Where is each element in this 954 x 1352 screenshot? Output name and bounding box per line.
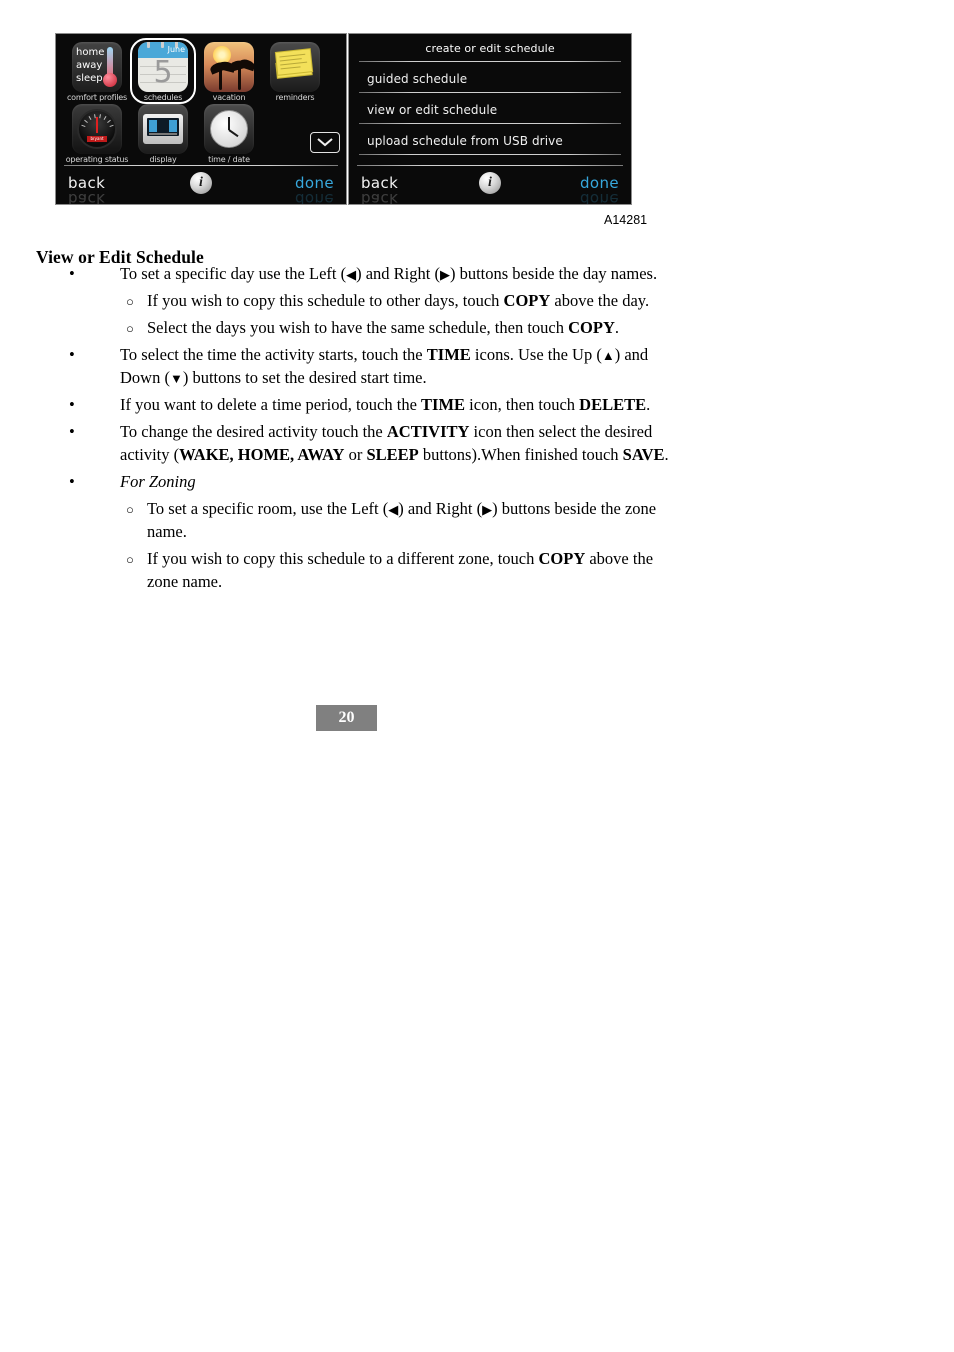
menu-item-label: vacation (212, 93, 246, 102)
menu-item-vacation[interactable]: vacation (196, 42, 262, 103)
thermometer-bulb (103, 73, 117, 87)
create-or-edit-schedule-screen: create or edit schedule guided schedule … (348, 33, 632, 205)
sub-list-item: ○ If you wish to copy this schedule to a … (36, 547, 676, 593)
sticky-notes-icon (270, 42, 320, 92)
sub-list-item: ○ Select the days you wish to have the sa… (36, 316, 676, 339)
palm-trees-icon (204, 42, 254, 92)
device-screen (147, 118, 179, 136)
menu-item-label: reminders (275, 93, 315, 102)
calendar-icon: June 5 (138, 42, 188, 92)
sticky-note (275, 49, 313, 75)
done-reflection: done (294, 190, 334, 205)
done-reflection: done (579, 190, 619, 205)
brand-badge: bryant (87, 136, 107, 142)
menu-item-guided-schedule[interactable]: guided schedule (367, 72, 467, 86)
menu-icon-grid: home away sleep comfort profiles June 5 … (56, 38, 346, 166)
thermostat-device-icon (138, 104, 188, 154)
calendar-day: 5 (153, 55, 173, 90)
bullet-marker: • (69, 264, 75, 283)
menu-item-display[interactable]: display (130, 104, 196, 165)
list-item-text: To change the desired activity touch the… (120, 422, 669, 464)
menu-item-label: display (149, 155, 177, 164)
thermostat-menu-screen: home away sleep comfort profiles June 5 … (55, 33, 347, 205)
gauge-face: bryant (77, 109, 117, 149)
list-separator (359, 92, 621, 93)
gauge-icon: bryant (72, 104, 122, 154)
back-reflection: back (361, 190, 399, 205)
screen-title: create or edit schedule (425, 42, 555, 55)
sub-list-item: ○ If you wish to copy this schedule to ot… (36, 289, 676, 312)
menu-item-comfort-profiles[interactable]: home away sleep comfort profiles (64, 42, 130, 103)
list-item-text: To set a specific room, use the Left (◀)… (147, 499, 657, 541)
list-item-text: To select the time the activity starts, … (120, 345, 649, 387)
sub-bullet-marker: ○ (126, 502, 134, 517)
chevron-down-icon[interactable] (310, 132, 340, 153)
list-separator (359, 154, 621, 155)
sub-bullet-marker: ○ (126, 552, 134, 567)
list-separator (359, 123, 621, 124)
clock-icon (204, 104, 254, 154)
menu-item-label: schedules (143, 93, 183, 102)
list-item-text: If you wish to copy this schedule to a d… (147, 549, 654, 591)
gauge-needle (96, 117, 98, 133)
calendar-ring (161, 42, 164, 48)
list-item: • For Zoning (36, 470, 676, 493)
menu-item-schedules[interactable]: June 5 schedules (130, 38, 196, 104)
bullet-marker: • (69, 472, 75, 491)
menu-item-time-date[interactable]: time / date (196, 104, 262, 165)
info-icon[interactable]: i (479, 172, 501, 194)
comfort-profiles-icon: home away sleep (72, 42, 122, 92)
figure-id-label: A14281 (604, 213, 648, 227)
calendar-ring (147, 42, 150, 48)
comfort-profiles-icon-text: home away sleep (76, 47, 105, 84)
list-item: • If you want to delete a time period, to… (36, 393, 676, 416)
page-number-badge: 20 (316, 705, 377, 731)
bullet-marker: • (69, 395, 75, 414)
title-separator (359, 61, 621, 62)
calendar-month: June (167, 45, 185, 54)
sub-bullet-marker: ○ (126, 321, 134, 336)
list-item: • To set a specific day use the Left (◀) … (36, 262, 676, 285)
menu-item-operating-status[interactable]: bryant operating status (64, 104, 130, 165)
menu-item-label: time / date (208, 155, 250, 164)
screen-footer: back back i done done (56, 166, 346, 204)
list-item-text: Select the days you wish to have the sam… (147, 318, 619, 337)
list-item: • To select the time the activity starts,… (36, 343, 676, 389)
menu-item-reminders[interactable]: reminders (262, 42, 328, 103)
sub-bullet-marker: ○ (126, 294, 134, 309)
list-item: • To change the desired activity touch th… (36, 420, 676, 466)
list-item-text: If you want to delete a time period, tou… (120, 395, 651, 414)
bullet-marker: • (69, 345, 75, 364)
info-icon[interactable]: i (190, 172, 212, 194)
bullet-marker: • (69, 422, 75, 441)
device-frame (143, 114, 183, 144)
clock-face (210, 110, 248, 148)
menu-item-upload-schedule-usb[interactable]: upload schedule from USB drive (367, 134, 563, 148)
list-item-text: For Zoning (120, 472, 196, 491)
sub-list-item: ○ To set a specific room, use the Left (◀… (36, 497, 676, 543)
list-item-text: To set a specific day use the Left (◀) a… (120, 264, 658, 283)
instruction-list: • To set a specific day use the Left (◀) … (36, 262, 676, 597)
menu-item-label: operating status (65, 155, 129, 164)
screen-footer: back back i done done (349, 166, 631, 204)
list-item-text: If you wish to copy this schedule to oth… (147, 291, 650, 310)
menu-item-label: comfort profiles (66, 93, 127, 102)
back-reflection: back (68, 190, 106, 205)
figure-thermostat-screens: home away sleep comfort profiles June 5 … (0, 0, 954, 232)
menu-item-view-or-edit-schedule[interactable]: view or edit schedule (367, 103, 497, 117)
